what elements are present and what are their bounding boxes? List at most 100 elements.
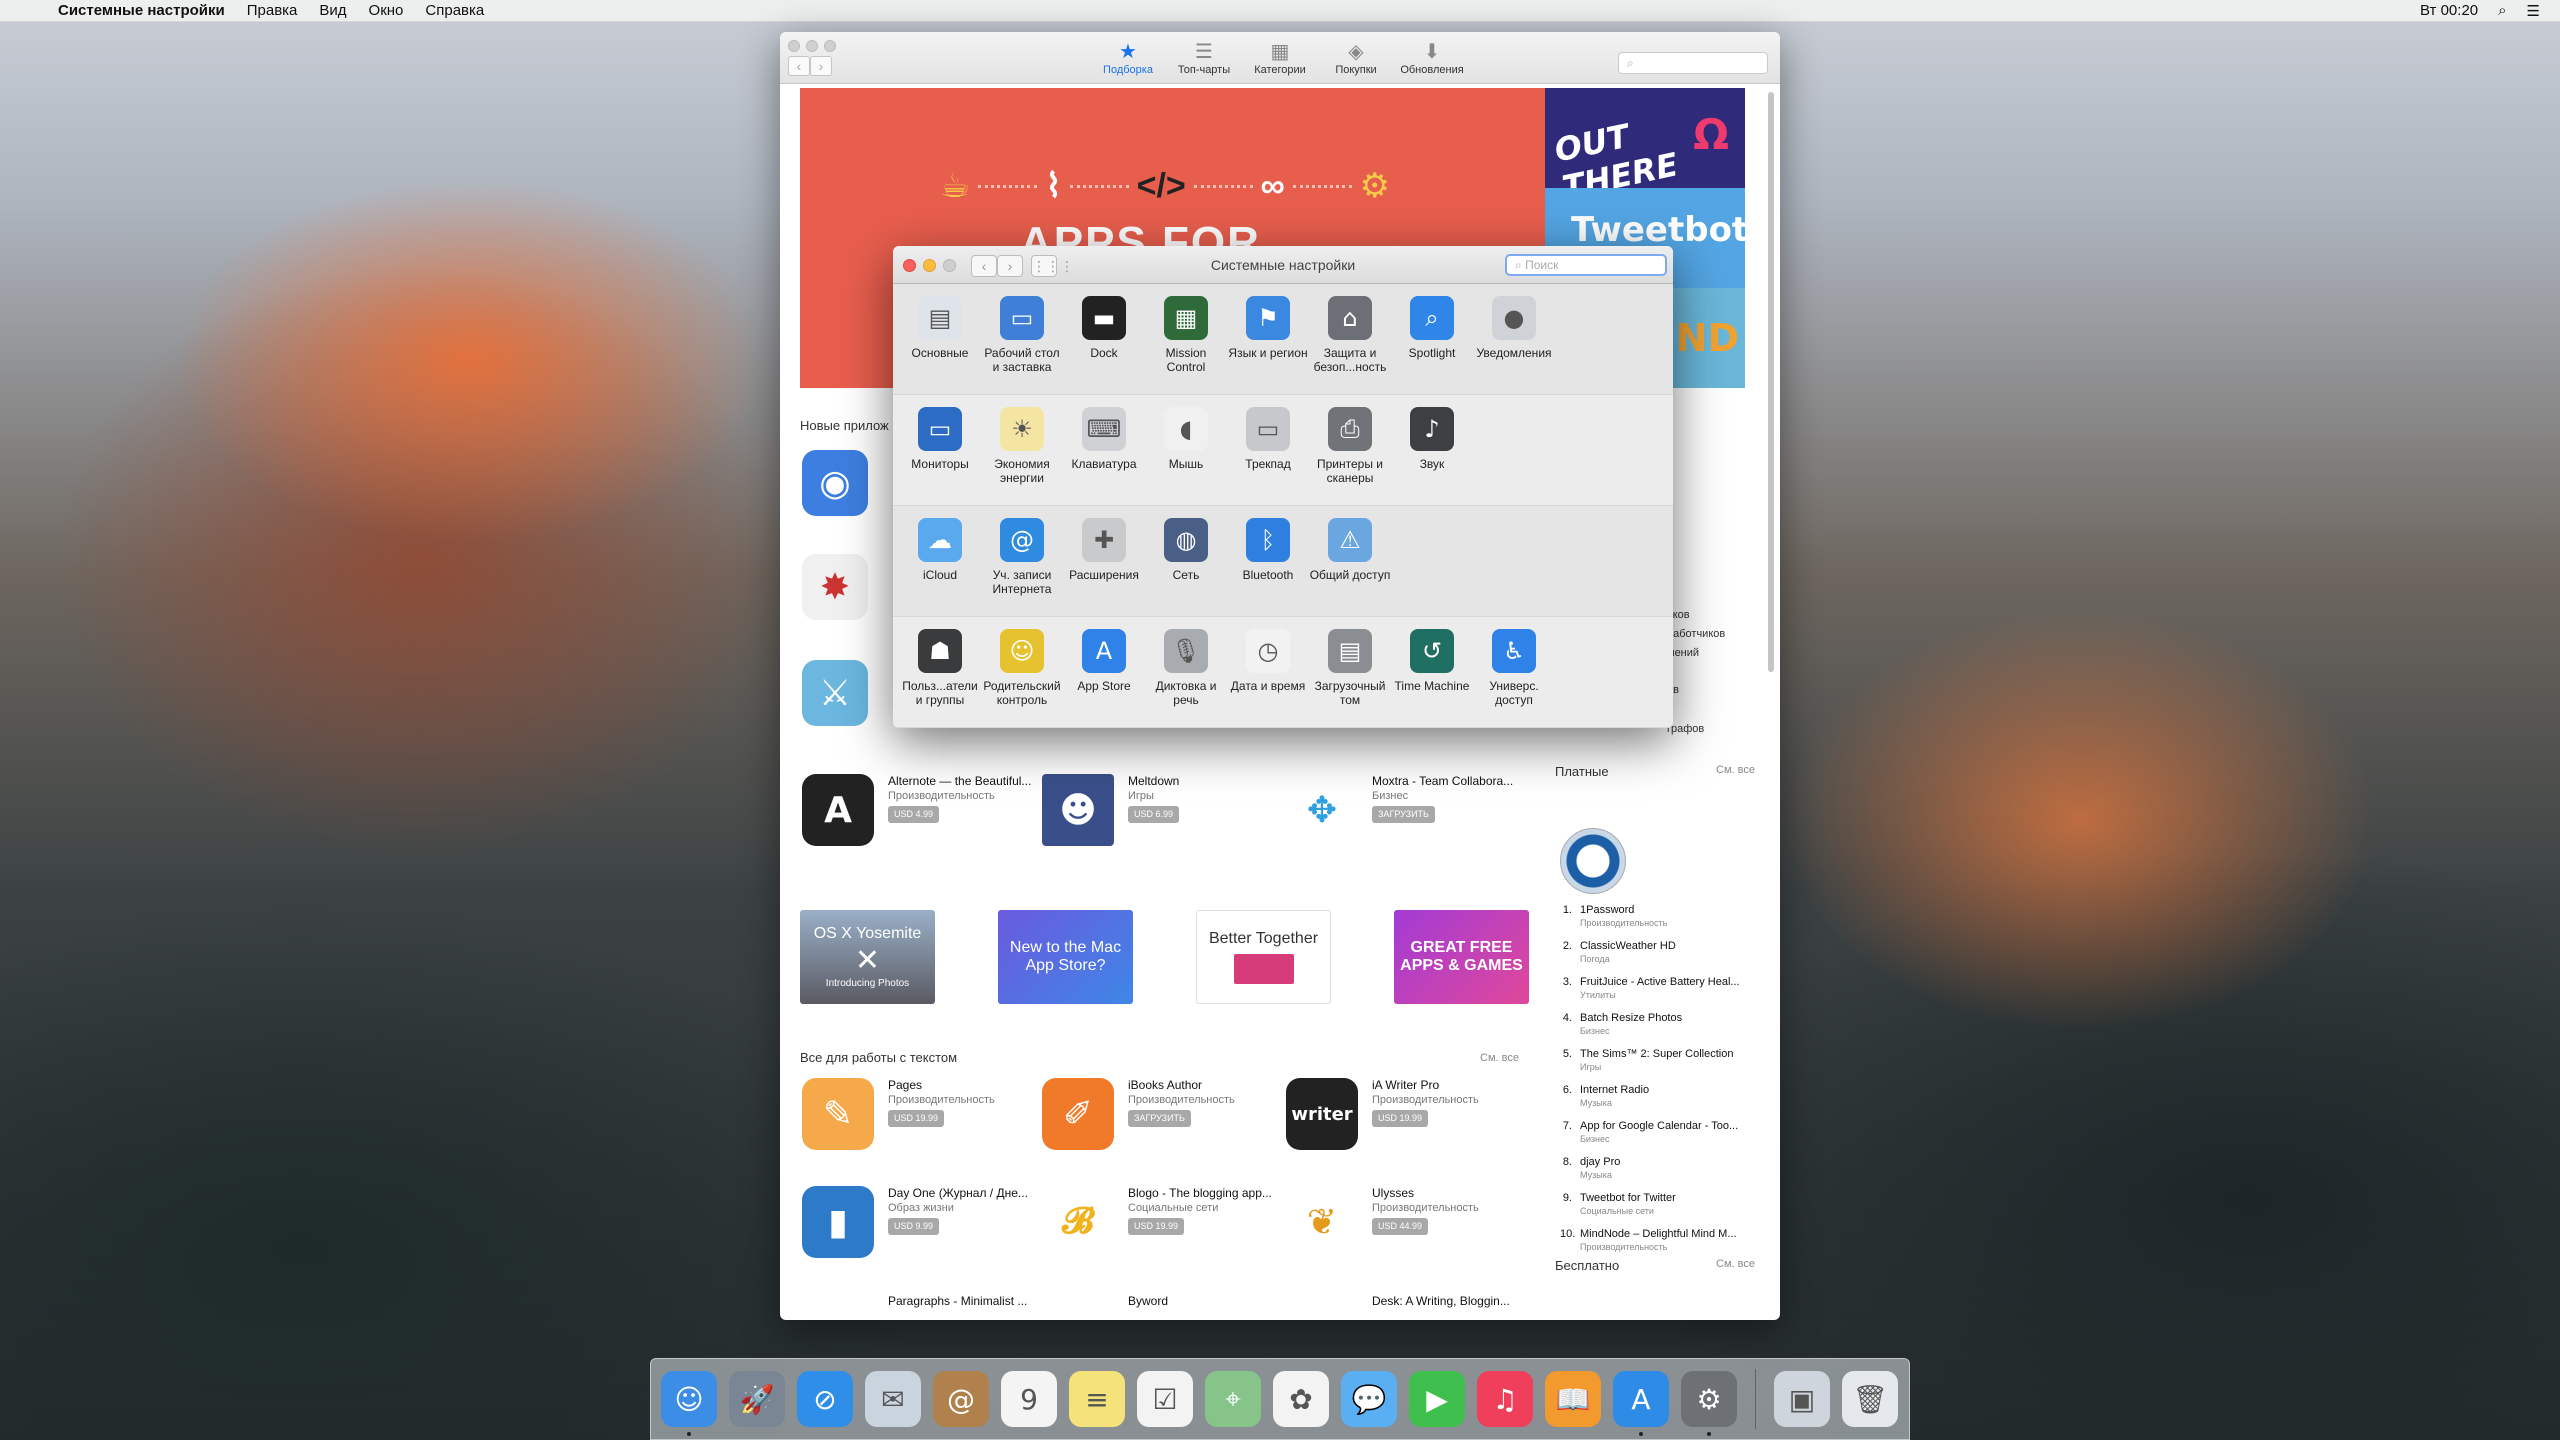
tab-featured[interactable]: ★ Подборка	[1090, 40, 1166, 76]
chart-item[interactable]: 7. App for Google Calendar - Too... Бизнес	[1560, 1120, 1760, 1156]
messages-icon[interactable]: 💬	[1341, 1371, 1397, 1427]
chart-item[interactable]: 9. Tweetbot for Twitter Социальные сети	[1560, 1192, 1760, 1228]
mail-icon[interactable]: ✉	[865, 1371, 921, 1427]
system-preferences-icon[interactable]: ⚙	[1681, 1371, 1737, 1436]
menu-help[interactable]: Справка	[425, 2, 484, 19]
game-app-icon[interactable]: ⚔	[802, 660, 868, 726]
appstore-icon[interactable]: A	[1613, 1371, 1669, 1436]
menu-view[interactable]: Вид	[319, 2, 346, 19]
zoom-button[interactable]	[824, 40, 836, 52]
pref-pane-spotlight[interactable]: ⌕ Spotlight	[1391, 296, 1473, 394]
tab-purchases[interactable]: ◈ Покупки	[1318, 40, 1394, 76]
spotlight-search-icon[interactable]: ⌕	[2498, 2, 2506, 19]
see-all-link[interactable]: См. все	[1480, 1052, 1519, 1064]
chart-item[interactable]: 8. djay Pro Музыка	[1560, 1156, 1760, 1192]
app-ulysses[interactable]: ❦ Ulysses Производительность USD 44.99	[1286, 1186, 1522, 1258]
app-desk[interactable]: Desk: A Writing, Bloggin...	[1372, 1294, 1522, 1309]
pref-pane-microphone[interactable]: 🎙 Диктовка и речь	[1145, 629, 1227, 727]
price-button[interactable]: USD 44.99	[1372, 1218, 1429, 1235]
pref-pane-sharing[interactable]: ⚠ Общий доступ	[1309, 518, 1391, 616]
notification-center-icon[interactable]: ☰	[2527, 2, 2540, 20]
price-button[interactable]: USD 4.99	[888, 806, 940, 823]
ibooks-icon[interactable]: 📖	[1545, 1371, 1601, 1427]
minimize-button[interactable]	[806, 40, 818, 52]
chart-item[interactable]: 6. Internet Radio Музыка	[1560, 1084, 1760, 1120]
reminders-icon[interactable]: ☑	[1137, 1371, 1193, 1427]
pref-pane-trackpad[interactable]: ▭ Трекпад	[1227, 407, 1309, 505]
app-paragraphs[interactable]: Paragraphs - Minimalist ...	[888, 1294, 1038, 1309]
pref-pane-puzzle[interactable]: ✚ Расширения	[1063, 518, 1145, 616]
pref-pane-speaker[interactable]: ♪ Звук	[1391, 407, 1473, 505]
maps-icon[interactable]: ⌖	[1205, 1371, 1261, 1427]
safari-icon[interactable]: ⊘	[797, 1371, 853, 1427]
app-icon-2[interactable]: ✸	[802, 554, 868, 620]
pref-pane-parental[interactable]: ☺ Родительский контроль	[981, 629, 1063, 727]
app-day-one[interactable]: ▮ Day One (Журнал / Дне... Образ жизни USD …	[802, 1186, 1038, 1258]
app-store-search-input[interactable]: ⌕	[1618, 52, 1768, 74]
chart-item[interactable]: 1. 1Password Производительность	[1560, 904, 1760, 940]
pref-pane-globe[interactable]: ◍ Сеть	[1145, 518, 1227, 616]
price-button[interactable]: USD 19.99	[1372, 1110, 1429, 1127]
app-meltdown[interactable]: ☻ Meltdown Игры USD 6.99	[1042, 774, 1278, 846]
menu-window[interactable]: Окно	[369, 2, 404, 19]
pref-pane-users[interactable]: ☗ Польз...атели и группы	[899, 629, 981, 727]
pref-pane-icloud[interactable]: ☁ iCloud	[899, 518, 981, 616]
app-ibooks-author[interactable]: ✐ iBooks Author Производительность ЗАГРУЗИТ…	[1042, 1078, 1278, 1150]
pref-pane-keyboard[interactable]: ⌨ Клавиатура	[1063, 407, 1145, 505]
calendar-icon[interactable]: 9	[1001, 1371, 1057, 1427]
pref-pane-appstore[interactable]: A App Store	[1063, 629, 1145, 727]
menu-edit[interactable]: Правка	[247, 2, 298, 19]
pref-pane-dock[interactable]: ▬ Dock	[1063, 296, 1145, 394]
pref-pane-printer[interactable]: ⎙ Принтеры и сканеры	[1309, 407, 1391, 505]
chart-item[interactable]: 4. Batch Resize Photos Бизнес	[1560, 1012, 1760, 1048]
prefs-search-input[interactable]: ⌕ Поиск	[1505, 254, 1667, 276]
price-button[interactable]: USD 9.99	[888, 1218, 940, 1235]
pref-pane-clock[interactable]: ◷ Дата и время	[1227, 629, 1309, 727]
pref-pane-at[interactable]: @ Уч. записи Интернета	[981, 518, 1063, 616]
pref-pane-disk[interactable]: ▤ Загрузочный том	[1309, 629, 1391, 727]
pref-pane-general[interactable]: ▤ Основные	[899, 296, 981, 394]
pref-pane-monitor[interactable]: ▭ Мониторы	[899, 407, 981, 505]
pref-pane-flag[interactable]: ⚑ Язык и регион	[1227, 296, 1309, 394]
promo-new-to-app-store[interactable]: New to the Mac App Store?	[998, 910, 1133, 1004]
clock[interactable]: Вт 00:20	[2420, 2, 2478, 19]
chart-item[interactable]: 2. ClassicWeather HD Погода	[1560, 940, 1760, 976]
chart-item[interactable]: 3. FruitJuice - Active Battery Heal... Ути…	[1560, 976, 1760, 1012]
pref-pane-accessibility[interactable]: ♿ Универс. доступ	[1473, 629, 1555, 727]
notes-icon[interactable]: ≡	[1069, 1371, 1125, 1427]
back-button[interactable]: ‹	[788, 56, 810, 76]
app-pages[interactable]: ✎ Pages Производительность USD 19.99	[802, 1078, 1038, 1150]
pref-pane-time-machine[interactable]: ↺ Time Machine	[1391, 629, 1473, 727]
app-moxtra[interactable]: ✥ Moxtra - Team Collabora... Бизнес ЗАГРУЗ…	[1286, 774, 1522, 846]
download-button[interactable]: ЗАГРУЗИТЬ	[1128, 1110, 1191, 1127]
tweetbot-app-icon[interactable]: ◉	[802, 450, 868, 516]
itunes-icon[interactable]: ♫	[1477, 1371, 1533, 1427]
promo-better-together[interactable]: Better Together	[1196, 910, 1331, 1004]
pref-pane-house-lock[interactable]: ⌂ Защита и безоп...ность	[1309, 296, 1391, 394]
pref-pane-desktop[interactable]: ▭ Рабочий стол и заставка	[981, 296, 1063, 394]
photo-folder-icon[interactable]: ▣	[1774, 1371, 1830, 1427]
pref-pane-mouse[interactable]: ◖ Мышь	[1145, 407, 1227, 505]
promo-great-free-apps[interactable]: GREAT FREE APPS & GAMES	[1394, 910, 1529, 1004]
finder-icon[interactable]: ☺	[661, 1371, 717, 1436]
launchpad-icon[interactable]: 🚀	[729, 1371, 785, 1427]
tab-categories[interactable]: ▦ Категории	[1242, 40, 1318, 76]
scrollbar[interactable]	[1768, 92, 1774, 672]
promo-yosemite[interactable]: OS X Yosemite ✕ Introducing Photos	[800, 910, 935, 1004]
pref-pane-bluetooth[interactable]: ᛒ Bluetooth	[1227, 518, 1309, 616]
menu-app-name[interactable]: Системные настройки	[58, 2, 225, 19]
contacts-icon[interactable]: @	[933, 1371, 989, 1427]
app-byword[interactable]: Byword	[1128, 1294, 1278, 1309]
app-blogo[interactable]: 𝓑 Blogo - The blogging app... Социальные с…	[1042, 1186, 1278, 1258]
close-button[interactable]	[788, 40, 800, 52]
pref-pane-notifications[interactable]: ● Уведомления	[1473, 296, 1555, 394]
tab-top-charts[interactable]: ☰ Топ-чарты	[1166, 40, 1242, 76]
1password-icon[interactable]	[1560, 828, 1626, 894]
facetime-icon[interactable]: ▶	[1409, 1371, 1465, 1427]
tab-updates[interactable]: ⬇ Обновления	[1394, 40, 1470, 76]
forward-button[interactable]: ›	[810, 56, 832, 76]
price-button[interactable]: USD 19.99	[1128, 1218, 1185, 1235]
free-see-all-link[interactable]: См. все	[1716, 1258, 1755, 1270]
photos-icon[interactable]: ✿	[1273, 1371, 1329, 1427]
pref-pane-bulb[interactable]: ☀ Экономия энергии	[981, 407, 1063, 505]
